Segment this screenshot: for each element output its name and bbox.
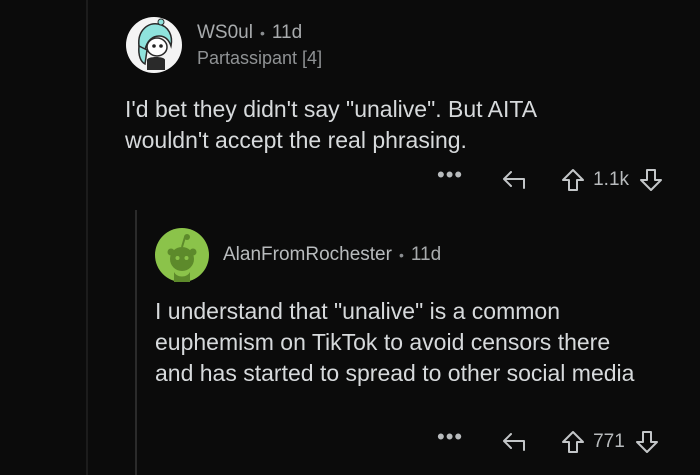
comment: WS0ul • 11d Partassipant [4] I'd bet the… [125,16,685,156]
comment-body: I understand that "unalive" is a common … [155,298,635,386]
reply-arrow-icon[interactable] [501,169,527,191]
username[interactable]: AlanFromRochester [223,244,392,266]
parent-thread-line [86,0,88,475]
more-options-button[interactable]: ••• [437,426,463,448]
vote-count: 1.1k [593,169,630,190]
meta-separator: • [398,247,404,263]
upvote-arrow-icon[interactable] [561,168,585,192]
comment-body: I'd bet they didn't say "unalive". But A… [125,96,536,153]
comment-actions: ••• 771 [437,426,659,454]
snoo-avatar-icon [126,17,182,73]
downvote-arrow-icon[interactable] [635,430,659,454]
user-avatar[interactable] [155,228,209,282]
vote-count: 771 [593,431,625,452]
user-flair: Partassipant [4] [197,47,323,68]
reply-thread-line[interactable] [135,210,137,475]
snoo-avatar-icon [155,228,209,282]
comment: AlanFromRochester • 11d I understand tha… [155,228,685,389]
reply-arrow-icon[interactable] [501,431,527,453]
upvote-arrow-icon[interactable] [561,430,585,454]
comment-age: 11d [271,21,303,43]
comment-header: AlanFromRochester • 11d [155,228,685,282]
user-avatar[interactable] [125,16,183,74]
meta-separator: • [259,24,265,41]
downvote-arrow-icon[interactable] [639,168,663,192]
more-options-button[interactable]: ••• [437,164,463,186]
comment-header: WS0ul • 11d Partassipant [4] [125,16,685,74]
username[interactable]: WS0ul [197,22,253,44]
comment-age: 11d [410,244,442,265]
comment-actions: ••• 1.1k [437,164,663,192]
